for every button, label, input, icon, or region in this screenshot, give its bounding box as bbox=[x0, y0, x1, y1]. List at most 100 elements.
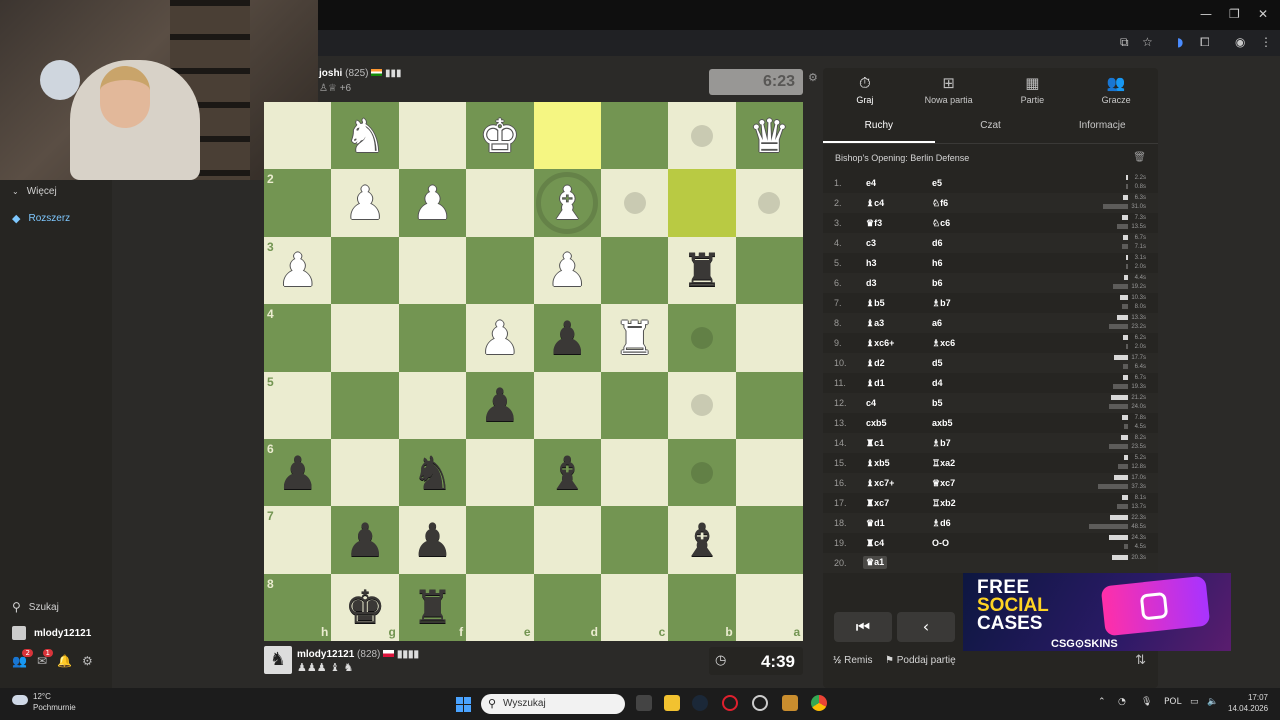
black-bishop-piece[interactable]: ♝ bbox=[547, 450, 588, 496]
black-move[interactable]: ♗b7 bbox=[932, 438, 951, 449]
puzzle-icon[interactable]: ⧠ bbox=[1200, 35, 1210, 50]
black-pawn-piece[interactable]: ♟ bbox=[344, 517, 385, 563]
friends-icon[interactable]: 👥 2 bbox=[12, 649, 33, 668]
black-move[interactable]: ♖xa2 bbox=[932, 458, 955, 469]
board-square[interactable]: ♞ bbox=[331, 102, 399, 170]
board-square[interactable] bbox=[668, 438, 736, 507]
tab-moves[interactable]: Ruchy bbox=[823, 112, 935, 143]
board-square[interactable] bbox=[600, 236, 669, 305]
board-square[interactable]: 3 ♟ bbox=[264, 236, 332, 305]
board-settings-icon[interactable]: ⚙ bbox=[808, 71, 818, 84]
white-move[interactable]: ♝xc6+ bbox=[866, 338, 894, 349]
board-square[interactable] bbox=[398, 304, 467, 372]
task-view-icon[interactable] bbox=[636, 695, 652, 711]
volume-icon[interactable]: 🔈 bbox=[1207, 697, 1218, 707]
white-move[interactable]: c4 bbox=[866, 398, 876, 408]
maximize-icon[interactable]: ❐ bbox=[1229, 7, 1240, 21]
microphone-icon[interactable]: 🎙 bbox=[1141, 697, 1152, 707]
board-square[interactable] bbox=[735, 371, 804, 439]
board-square[interactable]: f ♜ bbox=[398, 573, 467, 642]
board-square[interactable] bbox=[466, 506, 534, 574]
app-icon[interactable] bbox=[782, 695, 798, 711]
legal-move-dot[interactable] bbox=[623, 192, 646, 215]
board-square[interactable]: ♝ bbox=[533, 169, 601, 237]
top-player-name[interactable]: joshi bbox=[319, 68, 342, 79]
white-rook-piece[interactable]: ♜ bbox=[614, 315, 655, 361]
black-pawn-piece[interactable]: ♟ bbox=[547, 315, 588, 361]
sidebar-search[interactable]: ⚲ Szukaj bbox=[12, 600, 59, 614]
legal-move-dot[interactable] bbox=[691, 124, 714, 147]
tab-players[interactable]: 👥 Gracze bbox=[1074, 68, 1158, 110]
menu-dots-icon[interactable]: ⋮ bbox=[1260, 35, 1272, 49]
board-square[interactable] bbox=[466, 236, 534, 305]
board-square[interactable] bbox=[600, 371, 669, 439]
black-move[interactable]: h6 bbox=[932, 258, 943, 268]
bottom-player-name[interactable]: mlody12121 (828) ▮▮▮▮ bbox=[297, 649, 419, 660]
white-move[interactable]: d3 bbox=[866, 278, 877, 288]
board-square[interactable] bbox=[600, 438, 669, 507]
black-move[interactable]: ♗xc6 bbox=[932, 338, 955, 349]
board-square[interactable]: 2 bbox=[264, 169, 332, 237]
sidebar-profile[interactable]: mlody12121 bbox=[12, 626, 91, 640]
board-square[interactable] bbox=[398, 371, 467, 439]
board-square[interactable]: ♝ bbox=[668, 506, 736, 574]
previous-move-button[interactable]: ‹ bbox=[897, 612, 955, 642]
flip-board-icon[interactable]: ⇅ bbox=[1135, 653, 1146, 668]
white-move[interactable]: e4 bbox=[866, 178, 876, 188]
board-square[interactable] bbox=[735, 506, 804, 574]
board-square[interactable] bbox=[533, 102, 601, 170]
draw-button[interactable]: ½ Remis bbox=[833, 655, 872, 666]
bell-icon[interactable]: 🔔 bbox=[57, 654, 72, 668]
chrome-icon[interactable] bbox=[811, 695, 827, 711]
board-square[interactable]: 7 bbox=[264, 506, 332, 574]
board-square[interactable] bbox=[533, 371, 601, 439]
white-king-piece[interactable]: ♚ bbox=[479, 113, 520, 159]
white-move[interactable]: ♜c4 bbox=[866, 538, 884, 549]
white-move[interactable]: ♝xb5 bbox=[866, 458, 890, 469]
black-pawn-piece[interactable]: ♟ bbox=[277, 450, 318, 496]
taskbar-clock[interactable]: 17:07 14.04.2026 bbox=[1228, 692, 1268, 714]
board-square[interactable] bbox=[735, 304, 804, 372]
cast-icon[interactable]: ⧉ bbox=[1120, 35, 1129, 50]
black-bishop-piece[interactable]: ♝ bbox=[681, 517, 722, 563]
white-move[interactable]: ♝d2 bbox=[866, 358, 885, 369]
board-square[interactable]: ♟ bbox=[398, 506, 467, 574]
start-button[interactable] bbox=[456, 697, 471, 712]
board-square[interactable]: ♝ bbox=[533, 438, 601, 507]
board-square[interactable] bbox=[331, 304, 399, 372]
board-square[interactable]: ♟ bbox=[533, 236, 601, 305]
chess-board[interactable]: ♞ ♚ ♛ 2 ♟ ♟ ♝ 3 ♟ ♟ ♜ 4 ♟ ♟ ♜ 5 ♟ 6 ♟ ♞ ♝ 7 ♟ ♟ ♝ 8 h g ♚ f ♜ e d c b a bbox=[264, 102, 804, 642]
board-square[interactable]: ♛ bbox=[735, 102, 804, 170]
sidebar-item-more[interactable]: ⌄ Więcej bbox=[12, 186, 57, 197]
legal-move-dot[interactable] bbox=[691, 326, 714, 349]
black-move[interactable]: d4 bbox=[932, 378, 943, 388]
board-square[interactable] bbox=[668, 304, 736, 372]
board-square[interactable]: 8h bbox=[264, 573, 332, 642]
black-move[interactable]: b6 bbox=[932, 278, 943, 288]
language-indicator[interactable]: POL bbox=[1164, 697, 1182, 707]
board-square[interactable] bbox=[398, 102, 467, 170]
board-square[interactable] bbox=[398, 236, 467, 305]
tab-new-game[interactable]: ⊞ Nowa partia bbox=[907, 68, 991, 110]
black-pawn-piece[interactable]: ♟ bbox=[412, 517, 453, 563]
black-move[interactable]: ♕xc7 bbox=[932, 478, 955, 489]
board-square[interactable]: ♟ bbox=[466, 371, 534, 439]
resign-button[interactable]: ⚑ Poddaj partię bbox=[885, 655, 956, 666]
board-square[interactable]: g ♚ bbox=[331, 573, 399, 642]
black-move[interactable]: e5 bbox=[932, 178, 942, 188]
tray-chevron-icon[interactable]: ⌃ bbox=[1098, 697, 1106, 707]
legal-move-dot[interactable] bbox=[758, 192, 781, 215]
white-move[interactable]: cxb5 bbox=[866, 418, 887, 428]
black-move[interactable]: d6 bbox=[932, 238, 943, 248]
tray-app-icon[interactable]: ◔ bbox=[1118, 697, 1126, 707]
black-move[interactable]: ♖xb2 bbox=[932, 498, 956, 509]
opera-icon[interactable] bbox=[722, 695, 738, 711]
white-move[interactable]: ♛f3 bbox=[866, 218, 882, 229]
white-pawn-piece[interactable]: ♟ bbox=[547, 247, 588, 293]
board-square[interactable]: 6 ♟ bbox=[264, 438, 332, 507]
board-square[interactable] bbox=[735, 169, 804, 237]
board-square[interactable] bbox=[735, 438, 804, 507]
board-square[interactable] bbox=[668, 371, 736, 439]
trash-icon[interactable]: 🗑 bbox=[1133, 152, 1146, 163]
board-square[interactable] bbox=[533, 506, 601, 574]
